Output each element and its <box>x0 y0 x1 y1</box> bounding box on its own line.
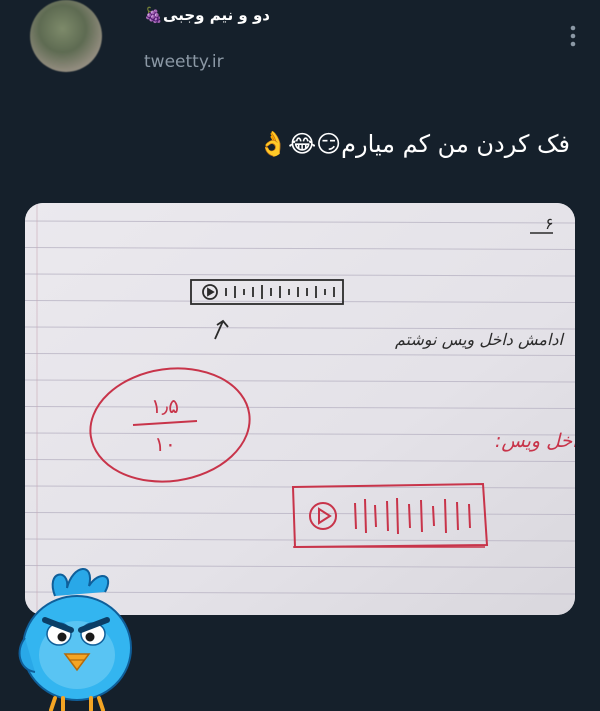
tweet-screenshot: دو و نیم وجبی🍇 tweetty.ir فک کردن من کم … <box>0 0 600 711</box>
handwriting-line-2: بقیه نمرات داخل ویس: <box>495 430 575 452</box>
avatar[interactable] <box>30 0 102 72</box>
handwriting-line-1: ادامش داخل ویس نوشتم <box>395 330 565 349</box>
tweet-media-photo[interactable]: ۶ ادامش داخل ویس نوشتم ۱٫۵ ۱۰ بقیه نمرات… <box>25 203 575 615</box>
page-number: ۶ <box>545 214 554 233</box>
angry-bird-sticker <box>15 560 145 711</box>
handle[interactable]: tweetty.ir <box>144 52 224 72</box>
score-denominator: ۱۰ <box>154 432 175 456</box>
vertical-ellipsis-icon[interactable] <box>566 22 580 52</box>
notebook-photo: ۶ ادامش داخل ویس نوشتم ۱٫۵ ۱۰ بقیه نمرات… <box>25 203 575 615</box>
display-name[interactable]: دو و نیم وجبی🍇 <box>144 6 270 24</box>
tweet-text: فک کردن من کم میارم😏😂👌 <box>258 130 570 158</box>
score-numerator: ۱٫۵ <box>151 394 179 418</box>
